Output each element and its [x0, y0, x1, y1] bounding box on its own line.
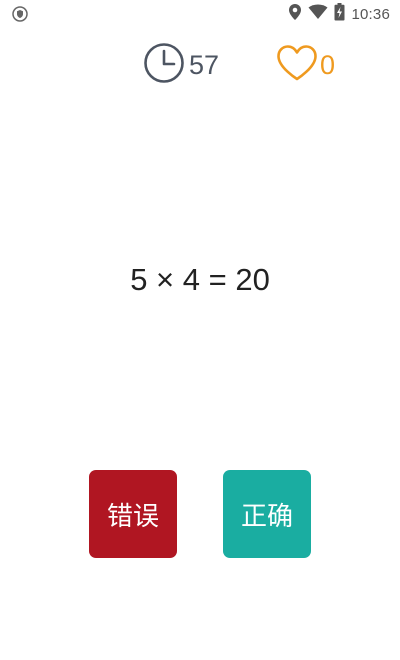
status-time: 10:36: [351, 5, 390, 23]
wifi-icon: [308, 4, 328, 25]
timer: 57: [143, 42, 219, 88]
equation-text: 5 × 4 = 20: [130, 262, 270, 297]
heart-icon: [276, 44, 318, 87]
correct-button[interactable]: 正确: [223, 470, 311, 558]
battery-icon: [334, 2, 345, 26]
lives-value: 0: [320, 49, 336, 80]
clock-icon: [143, 42, 185, 89]
status-bar: 10:36: [0, 0, 400, 28]
location-icon: [288, 3, 302, 26]
shield-icon: [12, 6, 28, 22]
game-hud: 57 0: [0, 42, 400, 88]
timer-value: 57: [189, 49, 220, 80]
status-icons: 10:36: [288, 2, 390, 26]
wrong-button[interactable]: 错误: [89, 470, 177, 558]
correct-button-label: 正确: [240, 501, 293, 532]
wrong-button-label: 错误: [106, 501, 159, 532]
lives: 0: [276, 42, 335, 88]
